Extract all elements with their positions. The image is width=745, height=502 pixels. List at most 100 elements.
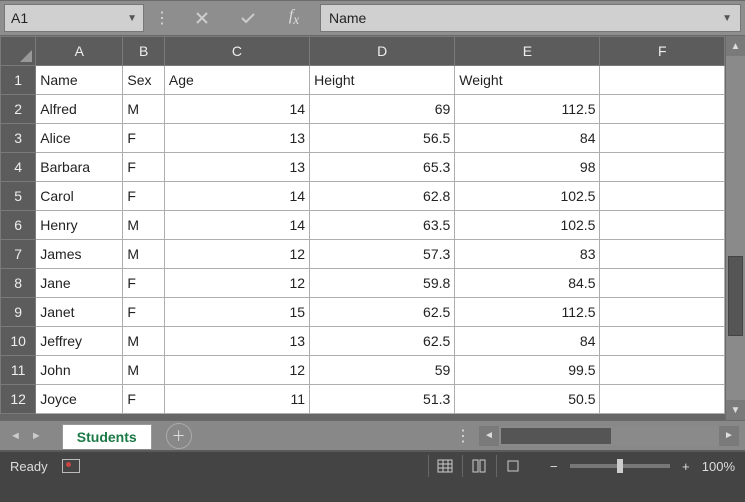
cell[interactable]: 69 xyxy=(310,95,455,124)
scroll-track[interactable] xyxy=(499,426,719,446)
enter-button[interactable] xyxy=(226,4,270,32)
horizontal-scrollbar[interactable]: ◄ ► xyxy=(479,426,739,446)
scroll-up-button[interactable]: ▲ xyxy=(726,36,745,56)
cell[interactable]: F xyxy=(123,182,164,211)
view-normal-button[interactable] xyxy=(428,455,462,477)
view-page-layout-button[interactable] xyxy=(462,455,496,477)
scroll-down-button[interactable]: ▼ xyxy=(726,400,745,420)
cell[interactable]: 112.5 xyxy=(455,95,600,124)
cell[interactable]: Joyce xyxy=(36,385,123,414)
cell[interactable]: John xyxy=(36,356,123,385)
cancel-button[interactable] xyxy=(180,4,224,32)
cell[interactable] xyxy=(600,269,725,298)
cell[interactable]: 50.5 xyxy=(455,385,600,414)
cell[interactable]: 14 xyxy=(164,182,309,211)
cell[interactable]: 51.3 xyxy=(310,385,455,414)
cell[interactable]: Age xyxy=(164,66,309,95)
view-page-break-button[interactable] xyxy=(496,455,530,477)
cell[interactable]: Barbara xyxy=(36,153,123,182)
scroll-left-button[interactable]: ◄ xyxy=(479,426,499,446)
cell[interactable]: 62.8 xyxy=(310,182,455,211)
cell[interactable]: 62.5 xyxy=(310,327,455,356)
cell[interactable]: F xyxy=(123,269,164,298)
row-header[interactable]: 4 xyxy=(1,153,36,182)
cell[interactable]: M xyxy=(123,327,164,356)
cell[interactable] xyxy=(600,298,725,327)
row-header[interactable]: 1 xyxy=(1,66,36,95)
cell[interactable]: 62.5 xyxy=(310,298,455,327)
tab-next-button[interactable]: ► xyxy=(31,430,42,442)
cell[interactable]: 14 xyxy=(164,211,309,240)
cell[interactable]: James xyxy=(36,240,123,269)
row-header[interactable]: 5 xyxy=(1,182,36,211)
cell[interactable]: 65.3 xyxy=(310,153,455,182)
cell[interactable]: 12 xyxy=(164,240,309,269)
cell[interactable]: Sex xyxy=(123,66,164,95)
row-header[interactable]: 12 xyxy=(1,385,36,414)
col-header[interactable]: E xyxy=(455,37,600,66)
cell[interactable]: Height xyxy=(310,66,455,95)
cell[interactable]: 102.5 xyxy=(455,211,600,240)
cell[interactable]: 11 xyxy=(164,385,309,414)
col-header[interactable]: C xyxy=(164,37,309,66)
cell[interactable]: 57.3 xyxy=(310,240,455,269)
insert-function-button[interactable]: fx xyxy=(272,4,316,32)
macro-record-icon[interactable] xyxy=(62,459,80,473)
select-all-corner[interactable] xyxy=(1,37,36,66)
cell[interactable]: 102.5 xyxy=(455,182,600,211)
cell[interactable] xyxy=(600,211,725,240)
cell[interactable]: 12 xyxy=(164,269,309,298)
cell[interactable] xyxy=(600,95,725,124)
zoom-slider[interactable] xyxy=(570,464,670,468)
cell[interactable]: Carol xyxy=(36,182,123,211)
row-header[interactable]: 3 xyxy=(1,124,36,153)
sheet-tab-active[interactable]: Students xyxy=(62,424,152,449)
cell[interactable]: 84 xyxy=(455,327,600,356)
name-box[interactable]: A1 ▼ xyxy=(4,4,144,32)
cell[interactable]: 13 xyxy=(164,124,309,153)
cell[interactable]: 83 xyxy=(455,240,600,269)
cell[interactable]: 84.5 xyxy=(455,269,600,298)
cell[interactable]: 59 xyxy=(310,356,455,385)
row-header[interactable]: 9 xyxy=(1,298,36,327)
cell[interactable] xyxy=(600,385,725,414)
row-header[interactable]: 8 xyxy=(1,269,36,298)
cell[interactable]: 13 xyxy=(164,153,309,182)
scroll-thumb[interactable] xyxy=(728,256,743,336)
col-header[interactable]: D xyxy=(310,37,455,66)
cell[interactable]: F xyxy=(123,385,164,414)
zoom-slider-knob[interactable] xyxy=(617,459,623,473)
scroll-right-button[interactable]: ► xyxy=(719,426,739,446)
cell[interactable]: Jeffrey xyxy=(36,327,123,356)
cell[interactable]: Weight xyxy=(455,66,600,95)
col-header[interactable]: A xyxy=(36,37,123,66)
cell[interactable]: F xyxy=(123,124,164,153)
cell[interactable] xyxy=(600,66,725,95)
add-sheet-button[interactable]: ＋ xyxy=(166,423,192,449)
cell[interactable] xyxy=(600,153,725,182)
cell[interactable]: Jane xyxy=(36,269,123,298)
cell[interactable] xyxy=(600,356,725,385)
cell[interactable]: Alfred xyxy=(36,95,123,124)
zoom-out-button[interactable]: − xyxy=(546,459,562,474)
cell[interactable]: 84 xyxy=(455,124,600,153)
cell[interactable]: 13 xyxy=(164,327,309,356)
cell[interactable]: 112.5 xyxy=(455,298,600,327)
cell[interactable]: Janet xyxy=(36,298,123,327)
spreadsheet-grid[interactable]: A B C D E F 1NameSexAgeHeightWeight2Alfr… xyxy=(0,36,725,414)
tab-prev-button[interactable]: ◄ xyxy=(10,430,21,442)
cell[interactable]: Alice xyxy=(36,124,123,153)
cell[interactable]: Name xyxy=(36,66,123,95)
cell[interactable] xyxy=(600,182,725,211)
cell[interactable]: 56.5 xyxy=(310,124,455,153)
cell[interactable]: F xyxy=(123,298,164,327)
cell[interactable] xyxy=(600,240,725,269)
cell[interactable]: M xyxy=(123,240,164,269)
row-header[interactable]: 7 xyxy=(1,240,36,269)
cell[interactable]: 99.5 xyxy=(455,356,600,385)
cell[interactable]: F xyxy=(123,153,164,182)
zoom-in-button[interactable]: + xyxy=(678,459,694,474)
cell[interactable]: Henry xyxy=(36,211,123,240)
formula-input[interactable]: Name ▼ xyxy=(320,4,741,32)
row-header[interactable]: 10 xyxy=(1,327,36,356)
